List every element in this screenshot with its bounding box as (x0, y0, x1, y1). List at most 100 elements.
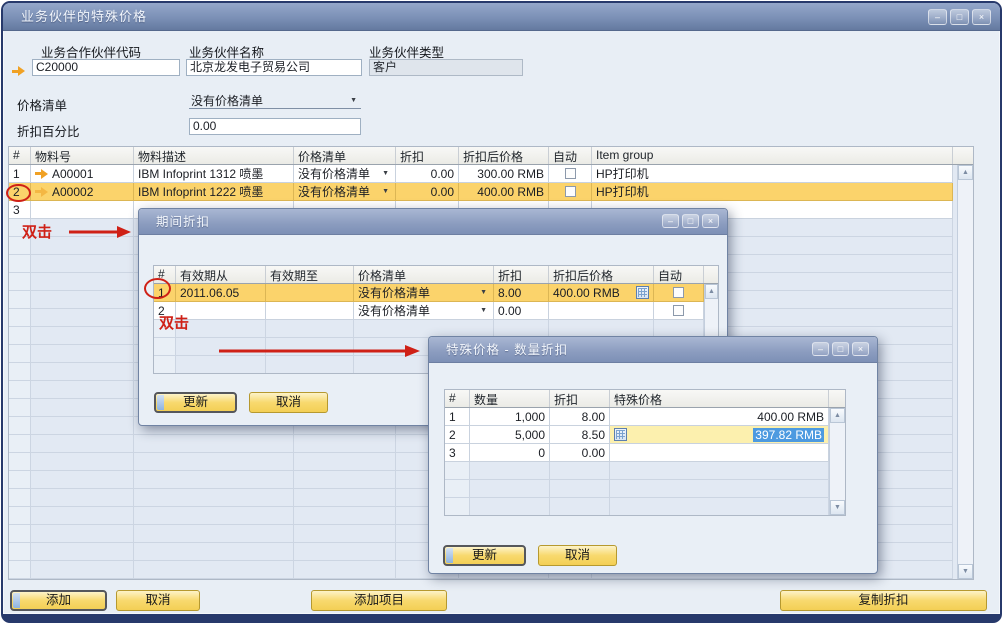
qty-row-3[interactable]: 3 0 0.00 (445, 444, 845, 462)
cancel-button[interactable]: 取消 (538, 545, 617, 566)
items-table-header: # 物料号 物料描述 价格清单 折扣 折扣后价格 自动 Item group (9, 147, 973, 165)
empty-cell (154, 338, 176, 356)
scroll-up-icon[interactable]: ▲ (705, 284, 718, 299)
cancel-button[interactable]: 取消 (116, 590, 200, 611)
empty-cell (31, 363, 134, 381)
empty-cell (9, 417, 31, 435)
link-arrow-icon[interactable] (35, 187, 48, 197)
table-row-2-selected[interactable]: 2 A00002 IBM Infoprint 1222 喷墨 没有价格清单▼ 0… (9, 183, 973, 201)
empty-cell (134, 507, 294, 525)
maximize-icon[interactable]: □ (682, 214, 699, 228)
empty-cell (134, 525, 294, 543)
auto-checkbox[interactable] (673, 287, 684, 298)
red-arrow-icon (217, 343, 423, 359)
col-header-num: # (9, 147, 31, 164)
scroll-up-icon[interactable]: ▲ (958, 165, 973, 180)
empty-cell (550, 498, 610, 516)
empty-cell (9, 435, 31, 453)
auto-checkbox[interactable] (565, 168, 576, 179)
empty-cell (9, 561, 31, 579)
maximize-icon[interactable]: □ (950, 9, 969, 25)
empty-cell (134, 471, 294, 489)
discount-pct-field[interactable]: 0.00 (189, 118, 361, 135)
empty-cell (550, 462, 610, 480)
empty-cell (134, 435, 294, 453)
link-arrow-icon[interactable] (35, 169, 48, 179)
discount-pct-label: 折扣百分比 (17, 121, 80, 140)
minimize-icon[interactable]: – (812, 342, 829, 356)
dialog-titlebar: 期间折扣 – □ × (139, 209, 727, 235)
bp-code-field[interactable]: C20000 (32, 59, 180, 76)
auto-checkbox[interactable] (565, 186, 576, 197)
copy-discount-button[interactable]: 复制折扣 (780, 590, 987, 611)
link-arrow-icon[interactable] (12, 66, 25, 76)
qty-row-2-selected[interactable]: 2 5,000 8.50 397.82 RMB (445, 426, 845, 444)
empty-cell (9, 291, 31, 309)
maximize-icon[interactable]: □ (832, 342, 849, 356)
scroll-up-icon[interactable]: ▲ (830, 408, 845, 423)
bp-name-field[interactable]: 北京龙发电子贸易公司 (186, 59, 362, 76)
red-circle-period-row1-annotation (144, 278, 171, 299)
dialog-title: 特殊价格 - 数量折扣 (446, 337, 568, 363)
price-list-select[interactable]: 没有价格清单 ▼ (189, 92, 361, 109)
empty-cell (134, 489, 294, 507)
empty-cell (134, 453, 294, 471)
vertical-scrollbar[interactable]: ▲ ▼ (957, 165, 973, 579)
empty-cell (610, 498, 829, 516)
cancel-button[interactable]: 取消 (249, 392, 328, 413)
calculator-icon[interactable] (614, 428, 627, 441)
red-circle-row2-annotation (6, 184, 31, 202)
empty-cell (610, 480, 829, 498)
empty-cell (445, 480, 470, 498)
empty-cell (294, 471, 396, 489)
period-row-2[interactable]: 2 没有价格清单▼ 0.00 (154, 302, 718, 320)
scroll-down-icon[interactable]: ▼ (958, 564, 973, 579)
update-button[interactable]: 更新 (443, 545, 526, 566)
empty-cell (31, 381, 134, 399)
calculator-icon[interactable] (636, 286, 649, 299)
auto-checkbox[interactable] (673, 305, 684, 316)
empty-row (445, 480, 845, 498)
minimize-icon[interactable]: – (928, 9, 947, 25)
empty-cell (31, 489, 134, 507)
empty-cell (9, 381, 31, 399)
chevron-down-icon[interactable]: ▼ (380, 188, 391, 195)
empty-cell (31, 255, 134, 273)
close-icon[interactable]: × (972, 9, 991, 25)
close-icon[interactable]: × (702, 214, 719, 228)
chevron-down-icon[interactable]: ▼ (380, 170, 391, 177)
period-row-1-selected[interactable]: 1 2011.06.05 没有价格清单▼ 8.00 400.00 RMB (154, 284, 718, 302)
selected-price-value: 397.82 RMB (753, 428, 824, 442)
vertical-scrollbar[interactable]: ▲ ▼ (829, 408, 845, 515)
chevron-down-icon[interactable]: ▼ (348, 97, 359, 104)
empty-cell (294, 453, 396, 471)
empty-cell (294, 489, 396, 507)
empty-cell (9, 471, 31, 489)
empty-row (445, 498, 845, 516)
empty-cell (610, 462, 829, 480)
double-click-annotation-1: 双击 (22, 221, 52, 242)
col-header-item: 物料号 (31, 147, 134, 164)
quantity-table: # 数量 折扣 特殊价格 1 1,000 8.00 400.00 RMB 2 5… (444, 389, 846, 516)
table-row-1[interactable]: 1 A00001 IBM Infoprint 1312 喷墨 没有价格清单▼ 0… (9, 165, 973, 183)
empty-cell (31, 273, 134, 291)
empty-cell (9, 453, 31, 471)
qty-row-1[interactable]: 1 1,000 8.00 400.00 RMB (445, 408, 845, 426)
minimize-icon[interactable]: – (662, 214, 679, 228)
empty-cell (550, 480, 610, 498)
empty-cell (134, 543, 294, 561)
update-button[interactable]: 更新 (154, 392, 237, 413)
col-header-pricelist: 价格清单 (294, 147, 396, 164)
add-item-button[interactable]: 添加项目 (311, 590, 447, 611)
empty-cell (9, 399, 31, 417)
chevron-down-icon[interactable]: ▼ (478, 289, 489, 296)
close-icon[interactable]: × (852, 342, 869, 356)
add-button[interactable]: 添加 (10, 590, 107, 611)
window-titlebar: 业务伙伴的特殊价格 – □ × (3, 3, 1000, 31)
empty-cell (470, 462, 550, 480)
scroll-down-icon[interactable]: ▼ (830, 500, 845, 515)
chevron-down-icon[interactable]: ▼ (478, 307, 489, 314)
double-click-annotation-2: 双击 (159, 312, 189, 333)
empty-cell (31, 309, 134, 327)
bp-type-field: 客户 (369, 59, 523, 76)
